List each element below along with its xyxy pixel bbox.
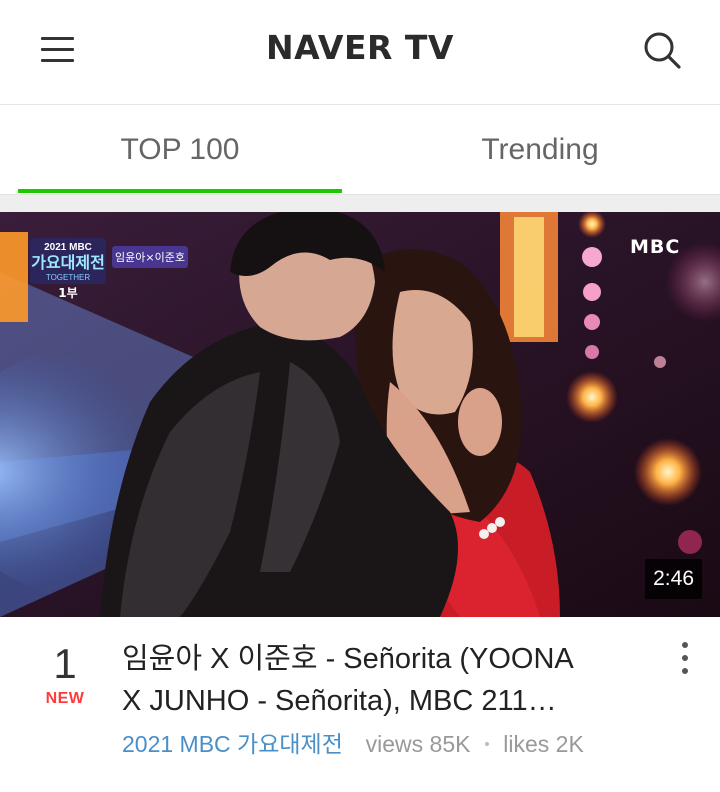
like-count: likes 2K <box>503 731 584 757</box>
search-icon[interactable] <box>640 28 684 72</box>
active-tab-indicator <box>18 189 342 193</box>
thumbnail-image: 2021 MBC 가요대제전 TOGETHER <box>0 212 720 617</box>
tab-bar: TOP 100 Trending <box>0 106 720 194</box>
tab-top-100[interactable]: TOP 100 <box>18 106 342 194</box>
svg-text:TOGETHER: TOGETHER <box>46 273 91 282</box>
tab-trending[interactable]: Trending <box>378 106 702 194</box>
view-count: views 85K <box>365 731 471 757</box>
new-badge: NEW <box>45 690 85 707</box>
naver-tv-logo[interactable]: NAVER TV <box>0 28 720 67</box>
video-title-line-2: X JUNHO - Señorita), MBC 211… <box>122 685 557 717</box>
overlay-part-label: 1부 <box>58 286 78 300</box>
video-title-line-1: 임윤아 X 이준호 - Señorita (YOONA <box>122 643 574 675</box>
duration-badge: 2:46 <box>645 559 702 599</box>
svg-text:2021 MBC: 2021 MBC <box>44 242 92 253</box>
app-header: NAVER TV <box>0 0 720 105</box>
video-title[interactable]: 임윤아 X 이준호 - Señorita (YOONA X JUNHO - Se… <box>122 638 632 722</box>
overlay-show-caption: 임윤아×이준호 <box>115 251 185 264</box>
rank-number: 1 <box>53 640 77 687</box>
section-divider <box>0 194 720 212</box>
separator-dot <box>484 742 489 747</box>
video-thumbnail[interactable]: 2021 MBC 가요대제전 TOGETHER 임윤아×이준호 1부 MBC 2… <box>0 212 720 617</box>
channel-link[interactable]: 2021 MBC 가요대제전 <box>122 731 343 757</box>
svg-text:가요대제전: 가요대제전 <box>31 253 105 272</box>
mbc-watermark: MBC <box>630 236 681 258</box>
video-meta: 2021 MBC 가요대제전 views 85K likes 2K <box>122 725 584 759</box>
more-options-icon[interactable] <box>670 640 700 676</box>
